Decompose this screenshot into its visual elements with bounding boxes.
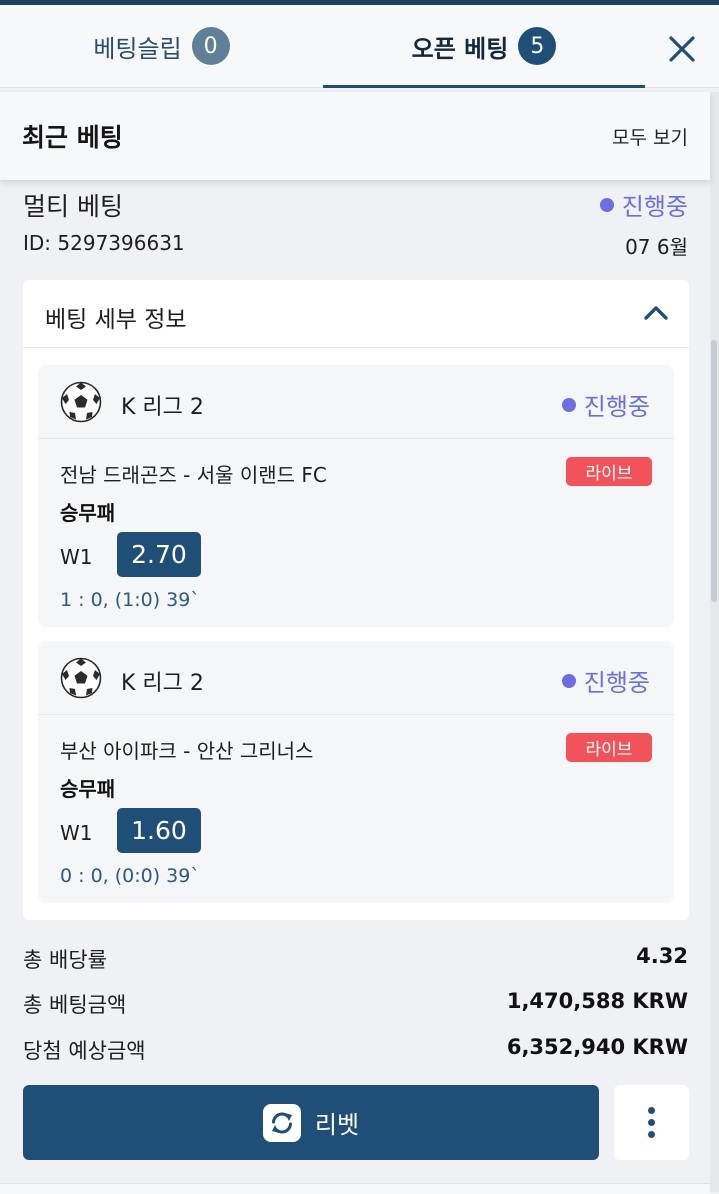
match-name: 전남 드래곤즈 - 서울 이랜드 FC	[60, 463, 327, 487]
soccer-ball-icon	[60, 381, 102, 423]
betslip-tabs: 베팅슬립 0 오픈 베팅 5	[0, 5, 719, 88]
match-name: 부산 아이파크 - 안산 그리너스	[60, 739, 314, 763]
odds-value: 1.60	[117, 808, 201, 853]
event-header: K 리그 2 진행중	[38, 365, 674, 439]
potential-win-value: 6,352,940 KRW	[506, 1035, 688, 1059]
more-vertical-icon	[648, 1107, 655, 1114]
stake-value: 1,470,588 KRW	[506, 989, 688, 1013]
bet-status-text: 진행중	[621, 193, 688, 221]
status-dot-icon	[561, 673, 576, 688]
rebet-label: 리벳	[314, 1111, 360, 1139]
tab-open-bets[interactable]: 오픈 베팅 5	[323, 5, 645, 88]
bet-id: ID: 5297396631	[23, 231, 185, 255]
bet-date: 07 6월	[625, 235, 688, 259]
live-score: 0 : 0, (0:0) 39`	[60, 865, 200, 887]
odds-value: 2.70	[117, 532, 201, 577]
see-all-link[interactable]: 모두 보기	[612, 123, 688, 150]
status-dot-icon	[599, 197, 614, 212]
tab-open-bets-label: 오픈 베팅	[411, 34, 509, 63]
scrollbar-track	[710, 92, 719, 1192]
close-button[interactable]	[662, 29, 702, 69]
status-dot-icon	[561, 397, 576, 412]
open-bets-count-badge: 5	[518, 27, 557, 65]
betslip-count-badge: 0	[191, 27, 230, 65]
chevron-up-icon[interactable]	[643, 302, 669, 324]
total-odds-value: 4.32	[636, 944, 688, 968]
soccer-ball-icon	[60, 657, 102, 699]
bet-details-toggle[interactable]: 베팅 세부 정보	[23, 280, 689, 348]
bet-event: K 리그 2 진행중 부산 아이파크 - 안산 그리너스 라이브 승무패 W1 …	[38, 641, 674, 903]
scrollbar-thumb[interactable]	[711, 340, 717, 602]
pick-label: W1	[60, 545, 93, 569]
potential-win-label: 당첨 예상금액	[23, 1039, 146, 1063]
stake-label: 총 베팅금액	[23, 993, 127, 1017]
event-status: 진행중	[561, 387, 650, 422]
refresh-icon	[262, 1103, 301, 1142]
bet-card: 멀티 베팅 진행중 ID: 5297396631 07 6월 베팅 세부 정보	[8, 175, 710, 1180]
recent-bets-header: 최근 베팅 모두 보기	[0, 92, 710, 180]
more-options-button[interactable]	[614, 1085, 689, 1160]
bet-details-panel: 베팅 세부 정보 K 리그 2 진행중 전남 드래곤즈 - 서울 이랜드 FC …	[23, 280, 689, 920]
live-badge: 라이브	[566, 733, 652, 762]
close-icon	[669, 36, 695, 62]
rebet-button[interactable]: 리벳	[23, 1085, 599, 1160]
bet-status: 진행중	[599, 187, 688, 222]
event-status-text: 진행중	[583, 669, 650, 697]
league-name: K 리그 2	[121, 395, 204, 420]
event-status-text: 진행중	[583, 393, 650, 421]
market-name: 승무패	[60, 777, 116, 801]
league-name: K 리그 2	[121, 671, 204, 696]
tab-betslip-label: 베팅슬립	[93, 34, 182, 63]
total-odds-label: 총 배당률	[23, 948, 107, 972]
bet-details-title: 베팅 세부 정보	[45, 307, 187, 333]
pick-label: W1	[60, 821, 93, 845]
market-name: 승무패	[60, 501, 116, 525]
event-header: K 리그 2 진행중	[38, 641, 674, 715]
bet-type: 멀티 베팅	[23, 192, 123, 221]
next-bet-card	[0, 1183, 710, 1194]
bet-event: K 리그 2 진행중 전남 드래곤즈 - 서울 이랜드 FC 라이브 승무패 W…	[38, 365, 674, 627]
live-score: 1 : 0, (1:0) 39`	[60, 589, 200, 611]
event-status: 진행중	[561, 663, 650, 698]
active-tab-indicator	[323, 85, 645, 88]
live-badge: 라이브	[566, 457, 652, 486]
tab-betslip[interactable]: 베팅슬립 0	[0, 5, 323, 87]
recent-bets-title: 최근 베팅	[22, 123, 123, 152]
